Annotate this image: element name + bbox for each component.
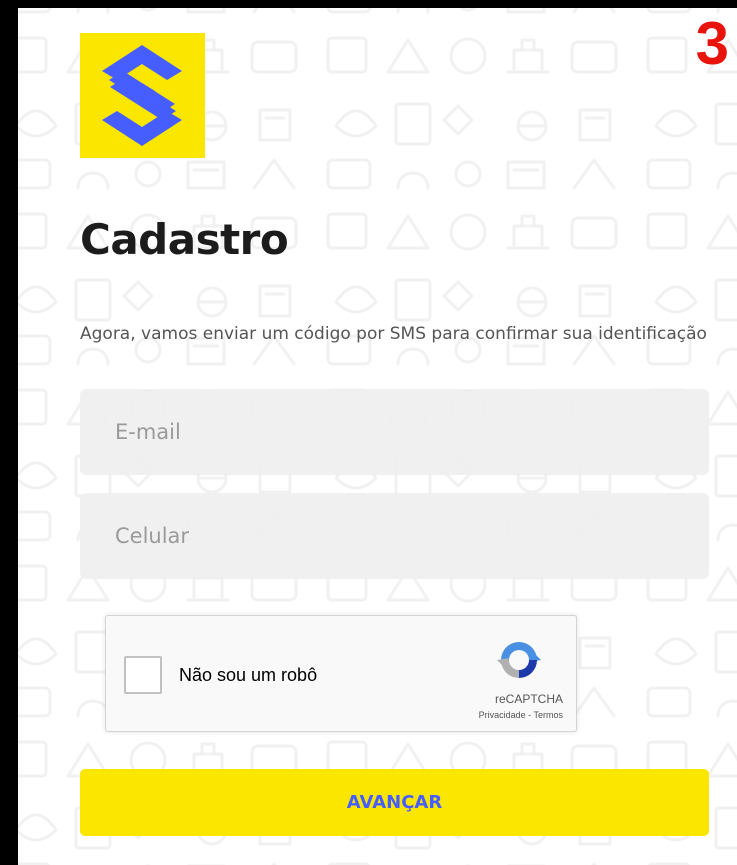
recaptcha-widget: Não sou um robô reCAPTCHA Privacidade - … [105,615,577,732]
recaptcha-brand: reCAPTCHA [494,692,563,706]
signup-page: 3 Cadastro Agora, vamos enviar um código… [18,8,737,865]
recaptcha-privacy-link[interactable]: Privacidade [479,710,526,720]
email-input[interactable] [80,389,709,475]
step-number-overlay: 3 [695,10,729,77]
recaptcha-checkbox[interactable] [124,656,162,694]
recaptcha-label: Não sou um robô [179,665,318,685]
page-title: Cadastro [80,215,289,264]
phone-input[interactable] [80,493,709,579]
recaptcha-links: Privacidade - Termos [479,710,563,720]
banco-do-brasil-logo-icon [80,33,205,158]
page-subtitle: Agora, vamos enviar um código por SMS pa… [80,324,707,344]
advance-button[interactable]: AVANÇAR [80,769,709,836]
recaptcha-terms-link[interactable]: Termos [533,710,563,720]
recaptcha-logo-icon [497,642,541,678]
